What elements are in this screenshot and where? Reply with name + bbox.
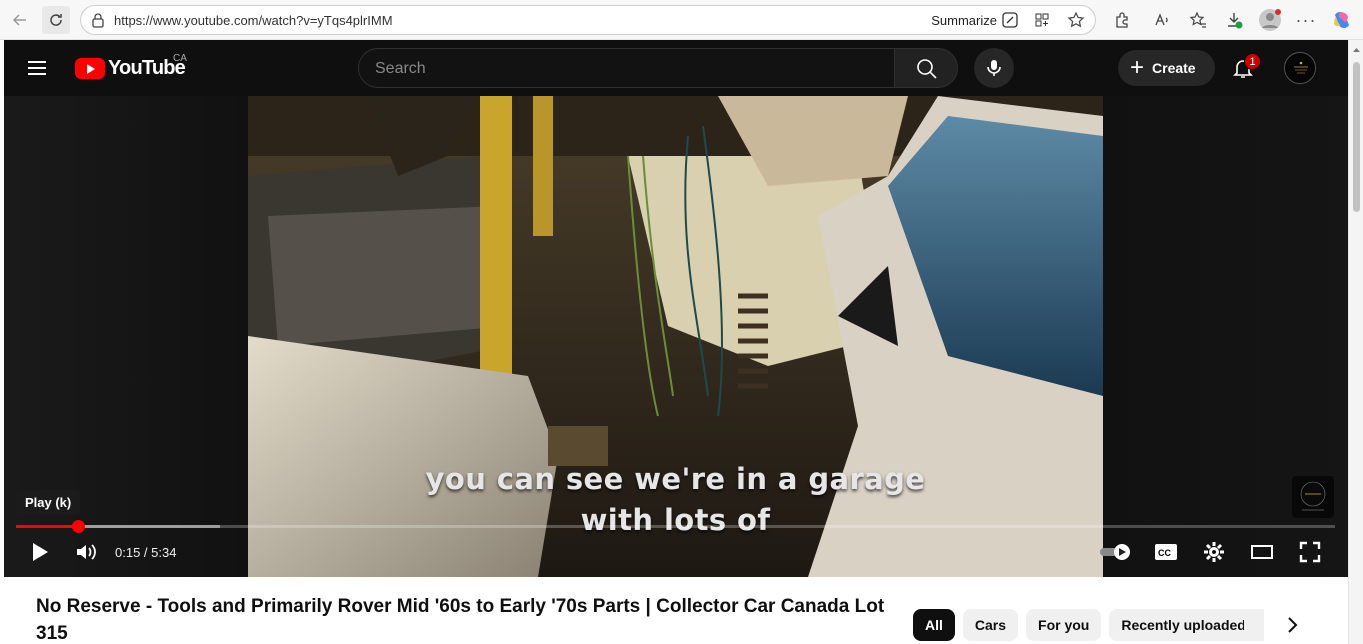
scrubber-knob[interactable] [71,520,85,533]
reload-button[interactable] [42,6,70,34]
address-bar[interactable]: https://www.youtube.com/watch?v=yTqs4plr… [80,5,1096,35]
country-code: CA [173,53,187,64]
microphone-icon [987,60,1001,76]
copilot-button[interactable] [1328,6,1356,34]
youtube-page: YouTube CA Search + Create 1 you can see… [4,40,1348,644]
video-title: No Reserve - Tools and Primarily Rover M… [36,596,885,644]
watermark-logo-icon [1300,481,1326,511]
hamburger-icon [28,61,46,63]
autoplay-toggle-icon [1100,544,1130,560]
copilot-icon [1334,12,1349,28]
profile-avatar-icon [1259,9,1281,31]
hamburger-line [28,67,46,69]
theater-mode-icon [1251,545,1273,559]
chip-recently-uploaded[interactable]: Recently uploaded [1109,609,1258,641]
scroll-up-arrow-icon[interactable] [1349,44,1363,56]
youtube-header: YouTube CA Search + Create 1 [4,40,1348,96]
summarize-button[interactable]: Summarize [931,13,997,28]
puzzle-icon [1116,12,1128,28]
guide-menu-button[interactable] [28,57,52,79]
search-button[interactable] [894,48,958,88]
mute-button[interactable] [72,538,100,566]
theater-mode-button[interactable] [1248,538,1276,566]
hamburger-line [28,73,46,75]
time-display: 0:15 / 5:34 [115,545,177,560]
summarize-icon[interactable] [1001,11,1019,29]
settings-button[interactable] [1200,538,1228,566]
favorites-star-list-icon [1189,11,1206,28]
favorites-button[interactable] [1184,6,1212,34]
account-avatar[interactable] [1284,52,1316,84]
play-tooltip: Play (k) [16,490,81,515]
youtube-logo[interactable]: YouTube [75,57,186,80]
subtitles-button[interactable]: CC [1152,538,1180,566]
lock-icon [92,13,104,28]
profile-button[interactable] [1256,6,1284,34]
chip-cars[interactable]: Cars [962,609,1019,641]
progress-bar[interactable] [16,520,1335,533]
extensions-button[interactable] [1108,6,1136,34]
voice-search-button[interactable] [974,48,1014,88]
reload-icon [50,14,62,26]
more-menu-button[interactable]: ··· [1292,6,1320,34]
chip-all[interactable]: All [913,609,955,641]
play-icon [33,543,48,561]
play-button[interactable] [26,538,54,566]
caption-line-1: you can see we're in a garage [425,462,926,496]
svg-text:CC: CC [1158,548,1171,558]
autoplay-toggle[interactable] [1098,538,1134,566]
more-dots-icon: ··· [1295,9,1317,30]
download-icon [1228,13,1243,29]
browser-toolbar: https://www.youtube.com/watch?v=yTqs4plr… [0,0,1363,40]
chevron-right-icon[interactable] [1280,613,1304,637]
settings-gear-icon [1204,542,1224,562]
volume-icon [77,544,96,560]
closed-captions-icon: CC [1155,544,1177,560]
downloads-button[interactable] [1220,6,1248,34]
back-button[interactable] [6,6,34,34]
related-chips: All Cars For you Recently uploaded [913,609,1258,641]
search-icon [917,59,937,79]
search-input[interactable]: Search [375,60,426,78]
channel-logo-icon [1286,54,1315,83]
create-button[interactable]: + Create [1118,50,1215,86]
channel-watermark[interactable] [1292,476,1334,518]
search-box[interactable]: Search [358,48,895,88]
read-aloud-button[interactable] [1148,6,1176,34]
scrollbar-thumb[interactable] [1353,62,1360,212]
chip-overflow [1244,609,1264,641]
fullscreen-button[interactable] [1296,538,1324,566]
plus-icon: + [1130,54,1145,81]
favorite-star-icon[interactable] [1067,11,1085,29]
notification-badge: 1 [1244,53,1261,70]
speaker-a-icon [1155,13,1168,26]
video-player[interactable]: you can see we're in a garage with lots … [4,96,1348,577]
caption-line-2: with lots of [580,503,771,537]
url-text: https://www.youtube.com/watch?v=yTqs4plr… [114,13,393,28]
played-bar [16,525,78,528]
app-grid-icon[interactable] [1033,11,1051,29]
youtube-play-logo-icon [75,58,105,79]
fullscreen-icon [1299,541,1321,563]
back-arrow-icon [12,14,26,26]
chip-for-you[interactable]: For you [1026,609,1102,641]
create-label: Create [1152,60,1196,76]
page-scrollbar[interactable] [1348,40,1363,644]
